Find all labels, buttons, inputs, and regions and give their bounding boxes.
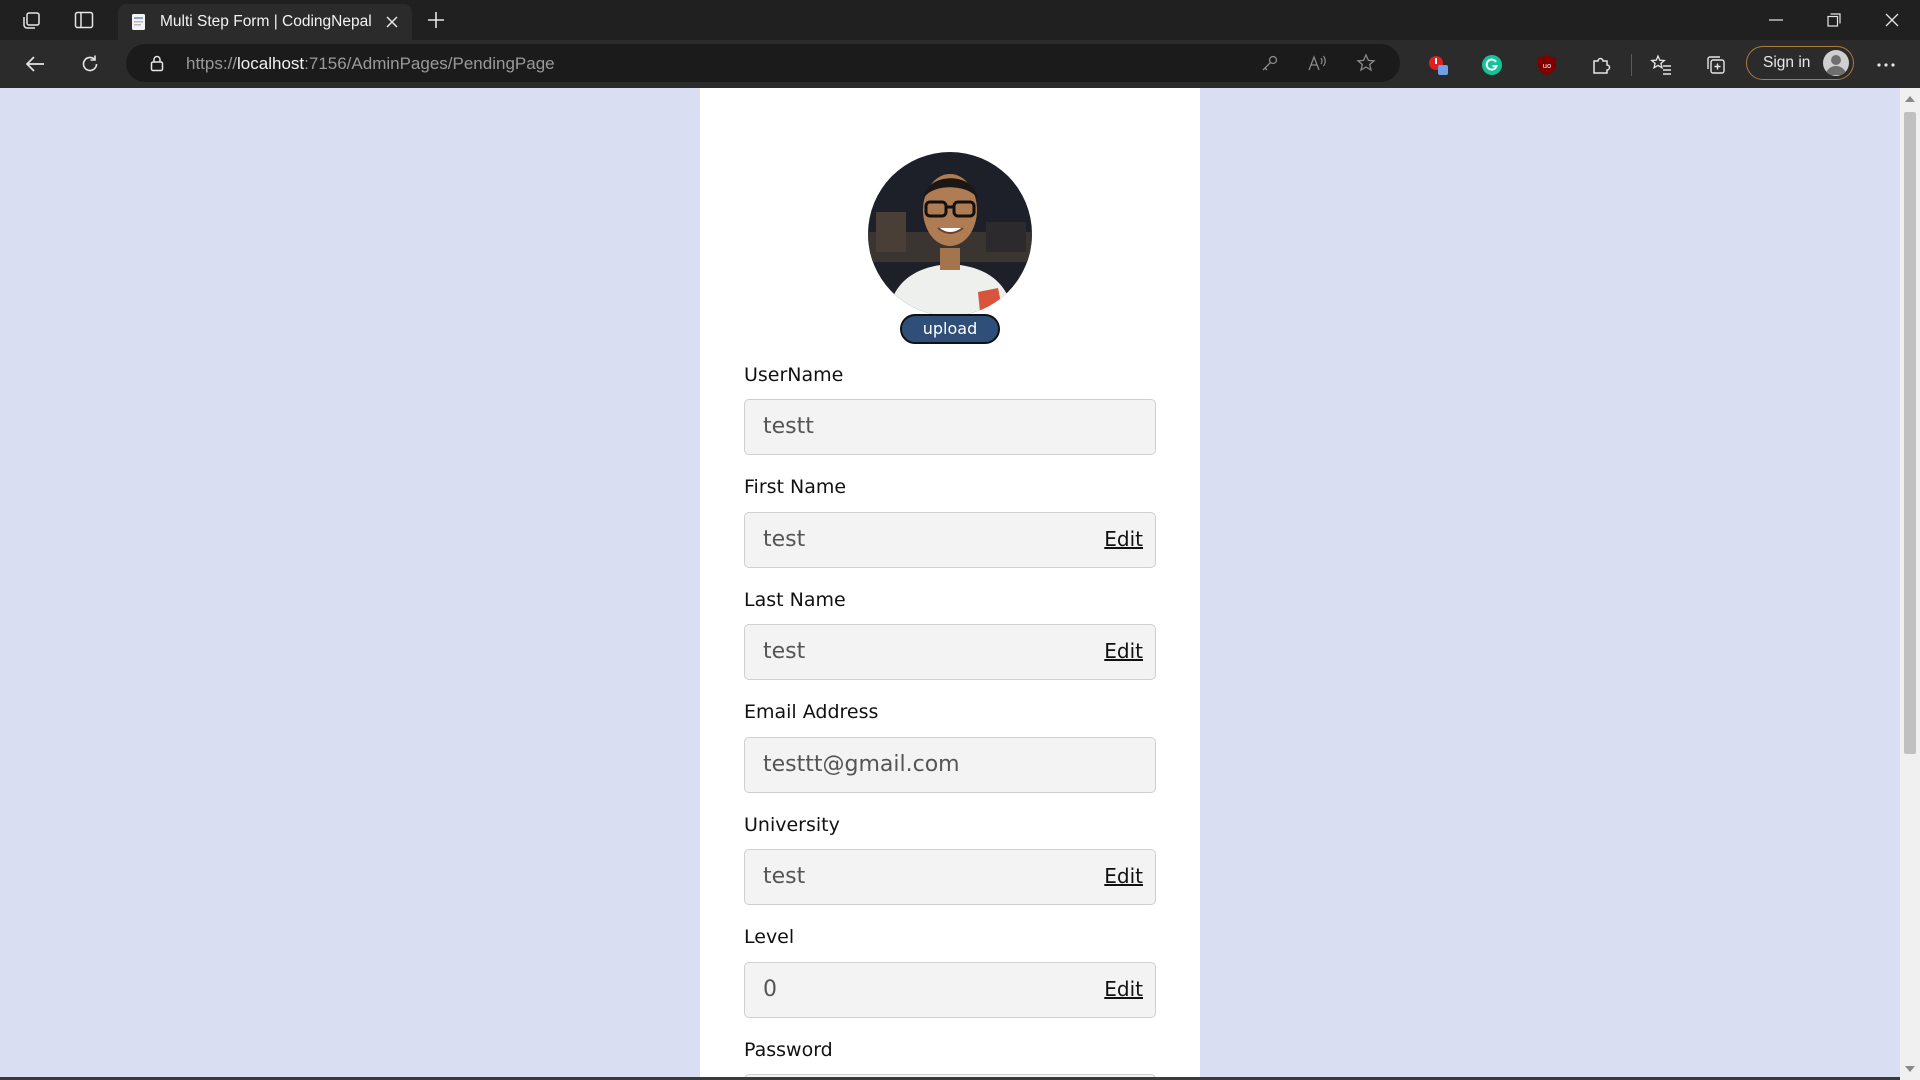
edit-first-name-link[interactable]: Edit [1104, 527, 1143, 551]
new-tab-icon[interactable] [422, 8, 450, 32]
page-favicon-icon [132, 14, 145, 30]
page-scrollbar[interactable] [1900, 88, 1920, 1080]
collections-icon[interactable] [1702, 51, 1730, 79]
password-label: Password [744, 1039, 833, 1061]
minimize-icon[interactable] [1760, 8, 1792, 32]
url-text[interactable]: https://localhost:7156/AdminPages/Pendin… [186, 54, 555, 74]
level-value: 0 [763, 977, 777, 1002]
edit-last-name-link[interactable]: Edit [1104, 639, 1143, 663]
last-name-value: test [763, 639, 806, 664]
username-label: UserName [744, 364, 844, 386]
first-name-field[interactable]: test Edit [744, 512, 1156, 568]
email-label: Email Address [744, 701, 879, 723]
last-name-field[interactable]: test Edit [744, 624, 1156, 680]
edit-university-link[interactable]: Edit [1104, 864, 1143, 888]
ublock-icon[interactable]: uo [1533, 51, 1561, 79]
favorites-icon[interactable] [1647, 51, 1675, 79]
tab-actions-icon[interactable] [70, 8, 98, 32]
back-icon[interactable] [20, 50, 50, 78]
url-host: localhost [237, 54, 305, 73]
workspaces-icon[interactable] [18, 8, 46, 32]
profile-avatar-icon [1823, 50, 1849, 76]
extension-red-icon[interactable] [1424, 51, 1452, 79]
sign-in-button[interactable]: Sign in [1746, 46, 1854, 80]
browser-tab-bar: Multi Step Form | CodingNepal [0, 0, 1920, 40]
last-name-label: Last Name [744, 589, 846, 611]
level-label: Level [744, 926, 795, 948]
toolbar-divider [1631, 54, 1632, 76]
scroll-up-arrow-icon[interactable] [1905, 96, 1915, 102]
university-label: University [744, 814, 840, 836]
close-window-icon[interactable] [1876, 8, 1908, 32]
favorite-star-icon[interactable] [1354, 52, 1378, 74]
profile-photo [868, 152, 1032, 316]
extensions-puzzle-icon[interactable] [1587, 51, 1615, 79]
email-field[interactable]: testtt@gmail.com [744, 737, 1156, 793]
email-value: testtt@gmail.com [763, 752, 960, 777]
close-tab-icon[interactable] [382, 12, 402, 32]
refresh-icon[interactable] [75, 50, 105, 78]
address-bar[interactable]: https://localhost:7156/AdminPages/Pendin… [126, 44, 1400, 82]
username-value: testt [763, 414, 814, 439]
university-value: test [763, 864, 806, 889]
first-name-label: First Name [744, 476, 847, 498]
sign-in-label: Sign in [1763, 54, 1811, 71]
username-field[interactable]: testt [744, 399, 1156, 455]
lock-icon[interactable] [148, 54, 166, 72]
active-tab[interactable]: Multi Step Form | CodingNepal [118, 4, 412, 40]
scroll-down-arrow-icon[interactable] [1905, 1066, 1915, 1072]
password-key-icon[interactable] [1258, 52, 1282, 74]
grammarly-icon[interactable] [1478, 51, 1506, 79]
url-scheme: https:// [186, 54, 238, 73]
upload-button[interactable]: upload [900, 314, 1000, 344]
restore-icon[interactable] [1818, 8, 1850, 32]
more-options-icon[interactable] [1870, 51, 1902, 79]
university-field[interactable]: test Edit [744, 849, 1156, 905]
svg-text:uo: uo [1543, 62, 1552, 70]
level-field[interactable]: 0 Edit [744, 962, 1156, 1018]
first-name-value: test [763, 527, 806, 552]
scrollbar-thumb[interactable] [1904, 112, 1916, 754]
tab-title: Multi Step Form | CodingNepal [160, 13, 372, 30]
profile-form-card: upload UserName testt First Name test Ed… [700, 88, 1200, 1080]
read-aloud-icon[interactable] [1306, 52, 1330, 74]
url-path: :7156/AdminPages/PendingPage [304, 54, 555, 73]
edit-level-link[interactable]: Edit [1104, 977, 1143, 1001]
